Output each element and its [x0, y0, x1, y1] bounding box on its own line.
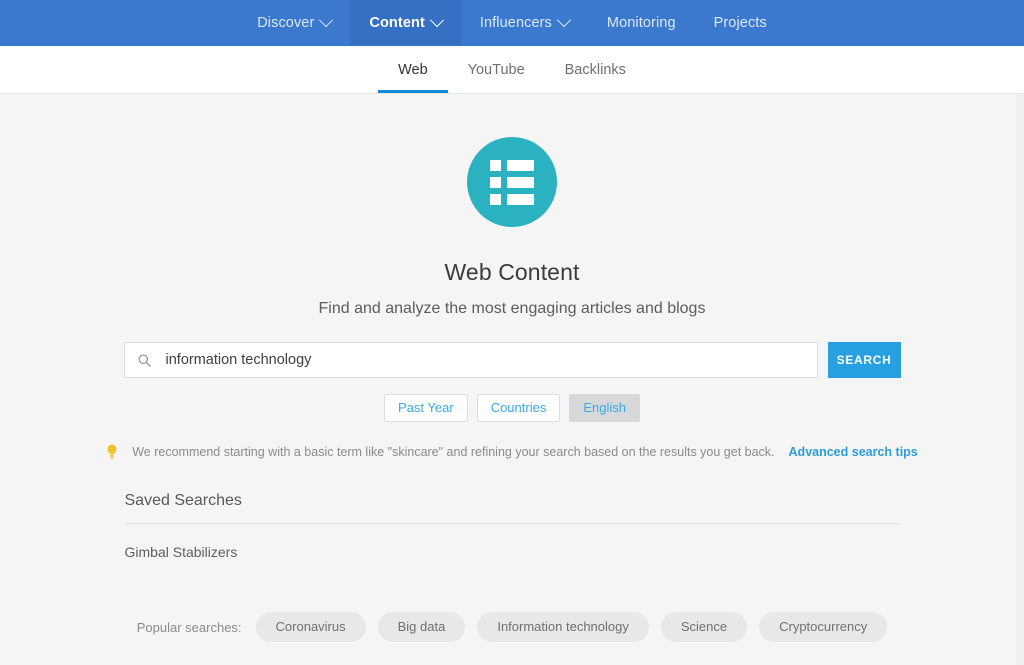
tab-backlinks[interactable]: Backlinks — [545, 46, 646, 93]
list-icon — [467, 137, 557, 227]
nav-item-label: Projects — [713, 15, 767, 31]
nav-item-label: Discover — [257, 15, 315, 31]
vertical-scrollbar[interactable] — [1016, 94, 1024, 665]
nav-item-label: Influencers — [479, 15, 552, 31]
tab-label: YouTube — [467, 61, 525, 78]
app-page: Discover Content Influencers Monitoring … — [0, 0, 1024, 665]
sub-navigation-tabs: Web YouTube Backlinks — [0, 46, 1024, 94]
nav-item-monitoring[interactable]: Monitoring — [588, 0, 695, 46]
popular-search-pill-coronavirus[interactable]: Coronavirus — [255, 612, 366, 642]
nav-item-label: Content — [369, 15, 425, 31]
popular-searches: Popular searches: Coronavirus Big data I… — [0, 612, 1024, 642]
saved-search-item[interactable]: Gimbal Stabilizers — [125, 524, 238, 560]
tab-youtube[interactable]: YouTube — [448, 46, 545, 93]
popular-search-pill-information-technology[interactable]: Information technology — [477, 612, 649, 642]
top-navigation-bar: Discover Content Influencers Monitoring … — [0, 0, 1024, 46]
filter-chip-label: English — [583, 400, 626, 415]
chevron-down-icon — [556, 13, 571, 28]
page-title: Web Content — [444, 259, 580, 285]
nav-item-influencers[interactable]: Influencers — [461, 0, 588, 46]
search-button[interactable]: SEARCH — [827, 342, 901, 378]
filter-chip-label: Past Year — [398, 400, 454, 415]
advanced-search-tips-link[interactable]: Advanced search tips — [789, 445, 918, 459]
saved-searches-section: Saved Searches Gimbal Stabilizers — [124, 492, 900, 562]
main-content: Web Content Find and analyze the most en… — [0, 94, 1024, 665]
search-icon — [137, 353, 151, 367]
filter-chip-english[interactable]: English — [569, 394, 640, 422]
search-tip: We recommend starting with a basic term … — [0, 444, 1024, 460]
tab-label: Backlinks — [564, 61, 626, 78]
search-row: SEARCH — [0, 342, 1024, 378]
filter-chip-label: Countries — [490, 400, 547, 415]
nav-item-content[interactable]: Content — [350, 0, 461, 46]
tab-web[interactable]: Web — [378, 46, 448, 93]
lightbulb-icon — [107, 444, 117, 459]
chevron-down-icon — [319, 13, 334, 28]
popular-search-pill-cryptocurrency[interactable]: Cryptocurrency — [759, 612, 888, 642]
hero-icon-container — [0, 94, 1024, 227]
popular-searches-label: Popular searches: — [136, 619, 242, 635]
popular-search-pill-big-data[interactable]: Big data — [377, 612, 466, 642]
tab-label: Web — [398, 61, 428, 78]
popular-search-pill-science[interactable]: Science — [660, 612, 748, 642]
chevron-down-icon — [429, 13, 444, 28]
nav-item-projects[interactable]: Projects — [695, 0, 786, 46]
search-filters: Past Year Countries English — [0, 394, 1024, 422]
saved-searches-heading: Saved Searches — [124, 492, 900, 524]
filter-chip-past-year[interactable]: Past Year — [384, 394, 468, 422]
search-input[interactable] — [165, 352, 805, 368]
search-tip-text: We recommend starting with a basic term … — [132, 445, 775, 459]
nav-item-label: Monitoring — [606, 15, 676, 31]
page-subtitle: Find and analyze the most engaging artic… — [318, 300, 706, 317]
search-box[interactable] — [123, 342, 818, 378]
saved-searches-list: Gimbal Stabilizers — [125, 524, 900, 562]
nav-item-discover[interactable]: Discover — [238, 0, 350, 46]
filter-chip-countries[interactable]: Countries — [476, 394, 561, 422]
